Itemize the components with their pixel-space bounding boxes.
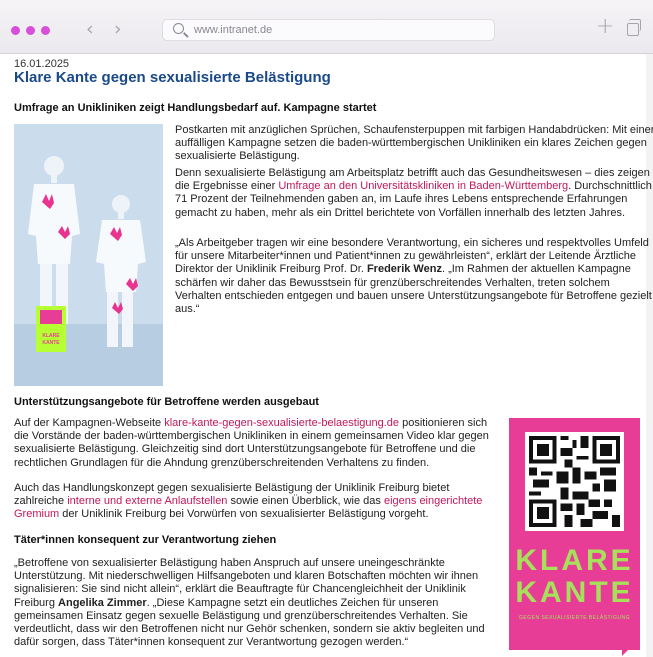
person-name: Angelika Zimmer bbox=[58, 596, 147, 609]
support-paragraph-1: Auf der Kampagnen-Webseite klare-kante-g… bbox=[14, 417, 494, 470]
intro-paragraph-1: Postkarten mit anzüglichen Sprüchen, Sch… bbox=[175, 124, 653, 163]
poster-speech-tail bbox=[622, 640, 638, 656]
poster-line-2: KANTE bbox=[515, 576, 634, 609]
article-subtitle: Umfrage an Unikliniken zeigt Handlungsbe… bbox=[14, 102, 377, 114]
campaign-poster: KLARE KANTE GEGEN SEXUALISIERTE BELÄSTIG… bbox=[509, 418, 640, 656]
forward-button[interactable]: › bbox=[114, 19, 122, 39]
minimize-window-button[interactable] bbox=[26, 26, 35, 35]
photo-card-line1: KLARE bbox=[42, 333, 60, 339]
back-button[interactable]: ‹ bbox=[86, 19, 94, 39]
intro-paragraph-2: Denn sexualisierte Belästigung am Arbeit… bbox=[175, 167, 653, 220]
survey-link[interactable]: Umfrage an den Universitätskliniken in B… bbox=[278, 180, 568, 192]
text: sowie einen Überblick, wie das bbox=[227, 495, 384, 508]
article-title: Klare Kante gegen sexualisierte Belästig… bbox=[14, 69, 331, 86]
chevron-left-icon: ‹ bbox=[86, 18, 94, 40]
photo-card-line2: KANTE bbox=[42, 340, 60, 346]
tabs-overview-icon[interactable] bbox=[627, 19, 641, 36]
section-heading-perpetrators: Täter*innen konsequent zur Verantwortung… bbox=[14, 534, 277, 546]
intro-paragraph-3: „Als Arbeitgeber tragen wir eine besonde… bbox=[175, 237, 653, 316]
contact-points-link[interactable]: interne und externe Anlaufstellen bbox=[67, 495, 227, 507]
campaign-photo: KLARE KANTE bbox=[14, 124, 163, 386]
close-window-button[interactable] bbox=[11, 26, 20, 35]
mannequins-illustration: KLARE KANTE bbox=[14, 124, 163, 386]
support-paragraph-2: Auch das Handlungskonzept gegen sexualis… bbox=[14, 482, 499, 522]
new-tab-button[interactable]: + bbox=[596, 14, 614, 39]
campaign-website-link[interactable]: klare-kante-gegen-sexualisierte-belaesti… bbox=[164, 417, 399, 429]
text: Auf der Kampagnen-Webseite bbox=[14, 417, 165, 429]
qr-code-icon[interactable] bbox=[525, 432, 624, 531]
search-icon bbox=[173, 23, 184, 34]
poster-line-1: KLARE bbox=[515, 544, 634, 577]
person-name: Frederik Wenz bbox=[366, 263, 442, 276]
zoom-window-button[interactable] bbox=[41, 26, 50, 35]
address-bar-url: www.intranet.de bbox=[194, 24, 273, 36]
browser-window: ‹ › www.intranet.de + 16.01.2025 Klare K… bbox=[0, 0, 653, 657]
address-bar[interactable]: www.intranet.de bbox=[162, 19, 495, 41]
poster-subline: GEGEN SEXUALISIERTE BELÄSTIGUNG bbox=[519, 615, 630, 621]
chevron-right-icon: › bbox=[114, 18, 122, 40]
perpetrators-paragraph: „Betroffene von sexualisierter Belästigu… bbox=[14, 557, 499, 649]
plus-icon: + bbox=[596, 14, 615, 39]
browser-toolbar: ‹ › www.intranet.de + bbox=[0, 0, 653, 54]
section-heading-support: Unterstützungsangebote für Betroffene we… bbox=[14, 396, 319, 408]
text: der Uniklinik Freiburg bei Vorwürfen von… bbox=[59, 508, 429, 521]
